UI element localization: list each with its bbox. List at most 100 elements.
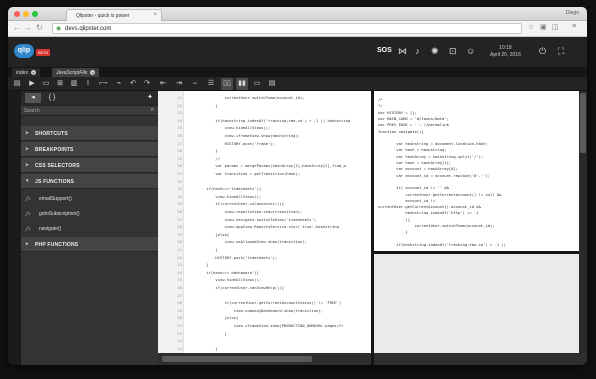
redo-icon[interactable]: ↷ (142, 78, 152, 90)
section-css-selectors[interactable]: ▸ CSS SELECTORS (21, 158, 158, 173)
section-php-functions[interactable]: ▸ PHP FUNCTIONS (21, 237, 158, 252)
code-editor-empty-pane[interactable] (374, 254, 579, 353)
code-line: } (188, 262, 209, 268)
section-js-functions[interactable]: ▾ JS FUNCTIONS (21, 174, 158, 189)
save-icon[interactable]: ▤ (12, 78, 22, 90)
cursor-icon[interactable]: I (83, 78, 93, 90)
minimize-window-button[interactable] (23, 11, 29, 17)
power-icon[interactable]: ⏻ (539, 46, 546, 56)
date-time: 10:18 April 20, 2016 (490, 45, 521, 59)
line-number: 21 (177, 95, 182, 100)
search-placeholder: Search (24, 108, 40, 114)
code-line: HISTORY.push('frame'); (188, 140, 275, 146)
code-line: var MAIN_CARD = '#/tasks/data'; (378, 115, 449, 121)
function-name: emailSupport() (39, 196, 72, 202)
back-button[interactable]: ← (13, 23, 21, 33)
lock-icon: ◉ (56, 26, 62, 32)
browser-window: Qlipster - quick is power × Diego ← → ↻ … (8, 7, 587, 365)
code-line: }else{ (188, 231, 230, 237)
bookmark-star-icon[interactable]: ☆ (528, 23, 534, 31)
undo-icon[interactable]: ↶ (128, 78, 138, 90)
code-line: view.reportsView.show(transition); (188, 209, 303, 214)
settings-gear-icon[interactable]: ✺ (431, 46, 439, 56)
code-line: HISTORY.push('timesheets'); (188, 254, 278, 260)
doc-tab-javascriptfile[interactable]: JavaScriptFile × (52, 68, 100, 77)
split-horizontal-icon[interactable]: ⇔ (190, 78, 200, 90)
sidebar-braces-tab[interactable]: { } (43, 93, 61, 103)
code-line: } (188, 345, 218, 351)
browser-tab-title: Qlipster - quick is power (76, 13, 130, 19)
code-line: var hash = hashArray[1]; (378, 160, 452, 165)
file-icon[interactable]: ▭ (252, 78, 262, 90)
line-number: 41 (177, 247, 182, 252)
code-line: var PREV_PAGE = ''; //permalink (378, 122, 449, 128)
section-shortcuts[interactable]: ▸ SHORTCUTS (21, 126, 158, 141)
line-number: 31 (177, 171, 182, 176)
code-line: var transition = getTransition(hash); (188, 171, 301, 176)
play-icon[interactable]: ▶ (27, 78, 37, 90)
line-number: 25 (177, 125, 182, 131)
close-doc-tab-icon[interactable]: × (90, 70, 96, 75)
line-number: 33 (177, 186, 182, 192)
code-line: if(hashstring.indexOf('tracking;tme.co')… (188, 117, 351, 123)
line-number: 38 (177, 224, 182, 230)
section-breakpoints[interactable]: ▸ BREAKPOINTS (21, 142, 158, 157)
delete-icon[interactable]: ▥ (69, 78, 79, 90)
notification-bell-icon[interactable]: ♪ (415, 46, 420, 56)
horizontal-scrollbar-right[interactable] (374, 353, 587, 365)
indent-icon[interactable]: ⇤ (158, 78, 168, 90)
share-icon[interactable]: ⋈ (398, 46, 407, 56)
align-icon[interactable]: ☰ (206, 78, 216, 90)
sidebar-settings-icon[interactable]: ✦ (145, 93, 155, 103)
close-doc-tab-icon[interactable]: × (30, 70, 36, 75)
line-number: 44 (177, 269, 182, 275)
vertical-scrollbar-right[interactable] (579, 91, 587, 353)
code-editor-main[interactable]: 21 currentUser.switchTeam(account_id); 22… (158, 91, 371, 353)
zoom-window-button[interactable] (32, 11, 38, 17)
profile-name[interactable]: Diego (566, 10, 579, 16)
layout-columns-icon[interactable]: ▮▮ (236, 78, 248, 90)
add-file-icon[interactable]: ⊞ (55, 78, 65, 90)
line-number: 52 (177, 330, 182, 336)
horizontal-scrollbar-main[interactable] (158, 353, 371, 365)
code-line: if(currentUser.isConnector()){ (188, 201, 285, 207)
close-tab-icon[interactable]: × (153, 12, 157, 18)
function-item[interactable]: ƒx emailSupport() (21, 192, 158, 206)
bracket-icon[interactable]: ⌐¬ (97, 78, 109, 90)
scrollbar-thumb[interactable] (162, 356, 312, 362)
function-item[interactable]: ƒx gotoSubscription() (21, 207, 158, 221)
close-window-button[interactable] (14, 11, 20, 17)
url-field[interactable]: ◉ devs.qlipster.com (52, 23, 522, 34)
code-line: var params = mergeParams(hashArray[1],ha… (188, 163, 346, 169)
cast-icon[interactable]: ◫ (552, 23, 559, 31)
layout-split-icon[interactable]: ▯▯ (221, 78, 233, 90)
code-line: var hash = hashstring; (378, 147, 447, 153)
outdent-icon[interactable]: ⇥ (174, 78, 184, 90)
address-bar-row: ← → ↻ ◉ devs.qlipster.com ☆ ▣ ◫ ≡ (8, 21, 587, 37)
code-editor-right[interactable]: /* */var HISTORY = []; var MAIN_CARD = '#/… (374, 91, 579, 251)
section-label: CSS SELECTORS (35, 163, 80, 169)
clock-date: April 20, 2016 (490, 52, 521, 58)
doc-tab-index[interactable]: index × (12, 68, 40, 77)
link-icon[interactable]: ⌁ (114, 78, 124, 90)
line-number: 45 (177, 277, 182, 283)
cart-icon[interactable]: ⊡ (449, 46, 457, 56)
document-icon[interactable]: ▤ (267, 78, 277, 90)
fullscreen-icon[interactable]: ⛶ (558, 46, 564, 56)
reload-button[interactable]: ↻ (36, 23, 43, 33)
browser-tab[interactable]: Qlipster - quick is power × (66, 9, 162, 21)
sidebar-collapse-button[interactable]: ◂ (25, 93, 41, 103)
extension-icon[interactable]: ▣ (540, 23, 547, 31)
forward-button[interactable]: → (24, 23, 32, 33)
sos-button[interactable]: SOS (377, 47, 392, 54)
profile-icon[interactable]: ☺ (466, 46, 475, 56)
scrollbar-thumb[interactable] (580, 93, 586, 153)
code-line: var HISTORY = []; (378, 109, 417, 115)
monitor-icon[interactable]: ▭ (41, 78, 51, 90)
app-logo[interactable]: qlip (14, 44, 34, 58)
code-line: }else{ (188, 315, 239, 321)
code-line: /* (378, 97, 383, 102)
function-item[interactable]: ƒx navigate() (21, 222, 158, 236)
sidebar-search-input[interactable]: Search ⌕ (21, 105, 158, 116)
browser-menu-icon[interactable]: ≡ (572, 23, 576, 30)
